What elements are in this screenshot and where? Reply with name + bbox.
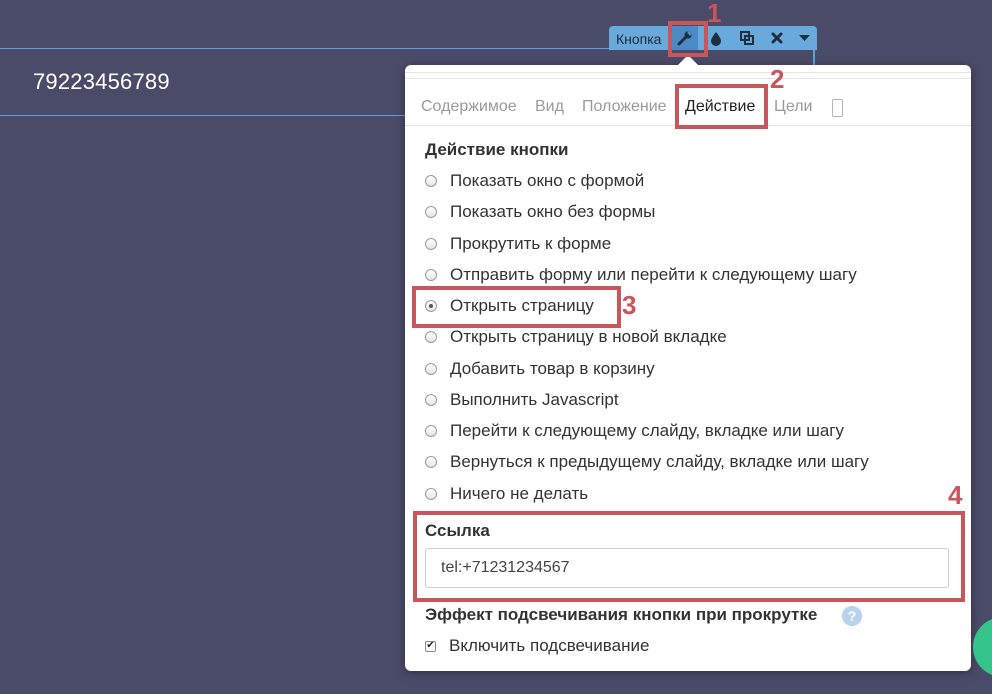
phone-text[interactable]: 79223456789 [33,69,170,95]
radio-label: Показать окно без формы [450,202,656,221]
radio-submit-form[interactable]: Отправить форму или перейти к следующему… [425,264,857,286]
radio-scroll-to-form[interactable]: Прокрутить к форме [425,233,611,255]
mobile-icon[interactable] [832,99,843,117]
radio-label: Ничего не делать [450,484,589,503]
radio-label: Перейти к следующему слайду, вкладке или… [450,421,844,440]
radio-previous-slide[interactable]: Вернуться к предыдущему слайду, вкладке … [425,451,869,473]
chat-widget-button[interactable] [973,617,992,677]
radio-label: Прокрутить к форме [450,234,612,253]
radio-button[interactable] [425,394,437,406]
toolbar-label: Кнопка [616,31,662,47]
popup-drag-handle[interactable] [405,72,971,79]
caret-down-icon[interactable] [791,26,817,50]
radio-button[interactable] [425,456,437,468]
radio-label: Вернуться к предыдущему слайду, вкладке … [450,452,869,471]
annotation-box-1 [668,21,708,57]
radio-label: Показать окно с формой [450,171,645,190]
radio-do-nothing[interactable]: Ничего не делать [425,483,588,505]
radio-add-to-cart[interactable]: Добавить товар в корзину [425,358,655,380]
radio-button[interactable] [425,488,437,500]
tab-view[interactable]: Вид [535,98,564,116]
radio-show-popup-no-form[interactable]: Показать окно без формы [425,201,655,223]
radio-button[interactable] [425,206,437,218]
action-section-title: Действие кнопки [425,140,569,159]
annotation-box-4 [413,511,965,602]
radio-label: Добавить товар в корзину [450,359,655,378]
close-icon[interactable] [764,26,790,50]
tab-position[interactable]: Положение [582,98,667,116]
annotation-number-1: 1 [707,0,722,28]
copy-icon[interactable] [734,26,760,50]
radio-open-page-new-tab[interactable]: Открыть страницу в новой вкладке [425,326,727,348]
annotation-box-2 [675,84,768,129]
radio-button[interactable] [425,363,437,375]
radio-button[interactable] [425,269,437,281]
radio-run-javascript[interactable]: Выполнить Javascript [425,389,619,411]
radio-button[interactable] [425,175,437,187]
tab-goals[interactable]: Цели [774,98,812,116]
highlight-checkbox-label: Включить подсвечивание [449,636,650,655]
radio-label: Открыть страницу в новой вкладке [450,327,727,346]
highlight-checkbox-row[interactable]: ✔ Включить подсвечивание [425,635,649,657]
help-icon[interactable]: ? [842,606,862,626]
annotation-number-2: 2 [770,64,785,94]
effect-section-title: Эффект подсвечивания кнопки при прокрутк… [425,605,818,624]
tab-content[interactable]: Содержимое [421,98,517,116]
highlight-checkbox[interactable]: ✔ [425,640,436,652]
radio-button[interactable] [425,238,437,250]
radio-show-form-popup[interactable]: Показать окно с формой [425,170,644,192]
element-toolbar: Кнопка [609,26,817,50]
radio-label: Отправить форму или перейти к следующему… [450,265,857,284]
annotation-number-4: 4 [948,480,963,510]
radio-label: Выполнить Javascript [450,390,619,409]
radio-button[interactable] [425,425,437,437]
annotation-box-3 [412,286,621,328]
radio-button[interactable] [425,331,437,343]
annotation-number-3: 3 [622,290,637,320]
radio-next-slide[interactable]: Перейти к следующему слайду, вкладке или… [425,420,844,442]
